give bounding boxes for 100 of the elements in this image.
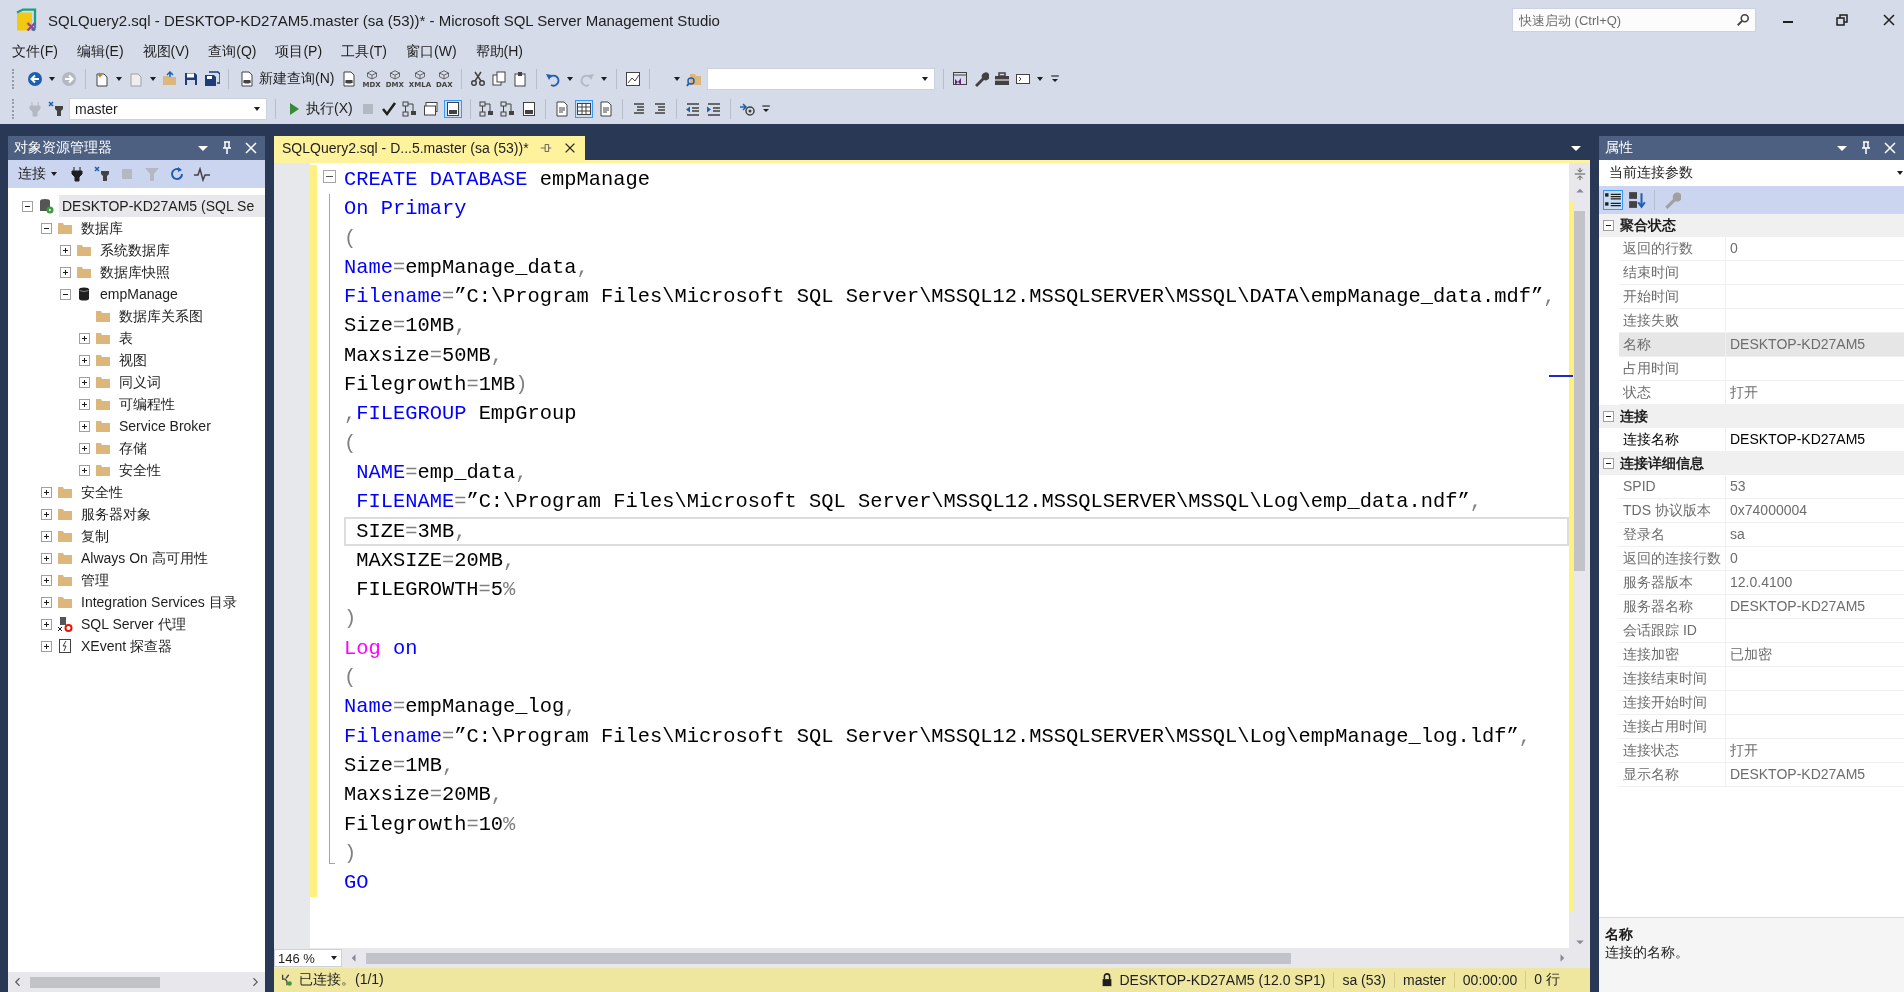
paste-icon[interactable] — [511, 71, 528, 87]
scrollbar-thumb[interactable] — [30, 976, 160, 988]
flowchart-icon[interactable] — [478, 101, 495, 117]
property-name[interactable]: 名称 — [1619, 333, 1726, 356]
disconnect-icon[interactable] — [94, 166, 110, 182]
tree-item[interactable]: 视图 — [116, 349, 265, 371]
menu-item[interactable]: 工具(T) — [335, 43, 400, 61]
property-value[interactable]: 0x74000004 — [1726, 499, 1904, 522]
property-name[interactable]: 会话跟踪 ID — [1619, 619, 1726, 642]
collapse-icon[interactable] — [1603, 411, 1614, 422]
expand-icon[interactable] — [79, 464, 90, 476]
restore-icon[interactable] — [1834, 12, 1850, 28]
collapse-icon[interactable] — [1603, 458, 1614, 469]
property-value[interactable]: 0 — [1726, 237, 1904, 260]
expand-icon[interactable] — [79, 354, 90, 366]
sort-az-icon[interactable] — [1628, 191, 1646, 209]
document-icon[interactable] — [597, 101, 614, 117]
expand-icon[interactable] — [41, 640, 52, 652]
expand-icon[interactable] — [41, 552, 52, 564]
property-value[interactable]: DESKTOP-KD27AM5 — [1726, 333, 1904, 356]
expand-icon[interactable] — [79, 420, 90, 432]
tree-item[interactable]: 存储 — [116, 437, 265, 459]
property-value[interactable]: DESKTOP-KD27AM5 — [1726, 595, 1904, 618]
outdent-icon[interactable] — [684, 101, 701, 117]
menu-item[interactable]: 帮助(H) — [469, 43, 536, 61]
expand-icon[interactable] — [79, 332, 90, 344]
flowchart-icon[interactable] — [499, 101, 516, 117]
new-query-button[interactable]: 新建查询(N) — [237, 70, 337, 88]
folder-search-icon[interactable] — [685, 71, 702, 87]
tree-item[interactable]: 表 — [116, 327, 265, 349]
tree-item[interactable]: Service Broker — [116, 415, 265, 437]
menu-item[interactable]: 视图(V) — [136, 43, 203, 61]
undo-icon[interactable] — [544, 71, 561, 87]
property-value[interactable]: 12.0.4100 — [1726, 571, 1904, 594]
tree-item[interactable]: 数据库关系图 — [116, 305, 265, 327]
collapse-icon[interactable] — [1603, 220, 1614, 231]
property-name[interactable]: 显示名称 — [1619, 763, 1726, 786]
flowchart-icon[interactable] — [401, 101, 418, 117]
database-select[interactable]: master — [69, 98, 267, 120]
property-name[interactable]: 连接结束时间 — [1619, 667, 1726, 690]
copy-icon[interactable] — [490, 71, 507, 87]
pin-icon[interactable] — [538, 141, 553, 155]
tree-item[interactable]: Integration Services 目录 — [78, 591, 265, 613]
collapse-icon[interactable] — [60, 288, 71, 300]
tree-item[interactable]: 管理 — [78, 569, 265, 591]
expand-icon[interactable] — [79, 376, 90, 388]
tree-item[interactable]: 数据库快照 — [97, 261, 265, 283]
terminal-icon[interactable] — [1014, 71, 1031, 87]
categorized-icon[interactable] — [1604, 191, 1622, 209]
tree-item[interactable]: DESKTOP-KD27AM5 (SQL Se — [59, 195, 265, 217]
property-value[interactable]: DESKTOP-KD27AM5 — [1726, 763, 1904, 786]
indent-icon[interactable] — [705, 101, 722, 117]
property-name[interactable]: 开始时间 — [1619, 285, 1726, 308]
plug-icon[interactable] — [69, 166, 85, 182]
collapse-icon[interactable] — [41, 222, 52, 234]
table-icon[interactable] — [575, 101, 592, 117]
collapse-icon[interactable] — [22, 200, 33, 212]
expand-icon[interactable] — [41, 508, 52, 520]
scrollbar-thumb[interactable] — [1574, 211, 1585, 571]
database-query-icon[interactable] — [341, 71, 358, 87]
scrollbar-thumb[interactable] — [366, 952, 1291, 964]
expand-icon[interactable] — [41, 618, 52, 630]
menu-item[interactable]: 项目(P) — [269, 43, 336, 61]
property-name[interactable]: 占用时间 — [1619, 357, 1726, 380]
expand-icon[interactable] — [79, 442, 90, 454]
tree-item[interactable]: 同义词 — [116, 371, 265, 393]
menu-item[interactable]: 文件(F) — [6, 43, 71, 61]
menu-item[interactable]: 窗口(W) — [400, 43, 470, 61]
save-icon[interactable] — [183, 71, 199, 87]
save-all-icon[interactable] — [204, 71, 220, 87]
split-icon[interactable] — [1572, 167, 1587, 181]
property-value[interactable]: 0 — [1726, 547, 1904, 570]
property-value[interactable]: 53 — [1726, 475, 1904, 498]
expand-icon[interactable] — [41, 574, 52, 586]
windows-icon[interactable] — [422, 101, 439, 117]
property-value[interactable]: DESKTOP-KD27AM5 — [1726, 428, 1904, 451]
tree-item[interactable]: 可编程性 — [116, 393, 265, 415]
document-icon[interactable] — [553, 101, 570, 117]
property-name[interactable]: 连接失败 — [1619, 309, 1726, 332]
property-name[interactable]: SPID — [1619, 475, 1726, 498]
tree-item[interactable]: empManage — [97, 283, 265, 305]
new-project-icon[interactable] — [94, 71, 110, 87]
tree-item[interactable]: 安全性 — [116, 459, 265, 481]
property-name[interactable]: 结束时间 — [1619, 261, 1726, 284]
arrow-at-icon[interactable] — [738, 101, 755, 117]
expand-icon[interactable] — [60, 244, 71, 256]
property-name[interactable]: 连接状态 — [1619, 739, 1726, 762]
expand-icon[interactable] — [41, 530, 52, 542]
property-name[interactable]: 返回的连接行数 — [1619, 547, 1726, 570]
check-icon[interactable] — [380, 101, 397, 117]
property-name[interactable]: 登录名 — [1619, 523, 1726, 546]
property-name[interactable]: 状态 — [1619, 381, 1726, 404]
quick-launch-field[interactable]: 快速启动 (Ctrl+Q) — [1512, 8, 1756, 32]
property-value[interactable]: 打开 — [1726, 381, 1904, 404]
property-name[interactable]: 服务器名称 — [1619, 595, 1726, 618]
close-icon[interactable] — [243, 140, 259, 156]
connect-button[interactable]: 连接 — [16, 165, 60, 183]
activity-icon[interactable] — [194, 166, 210, 182]
expand-icon[interactable] — [60, 266, 71, 278]
zoom-select[interactable]: 146 % — [274, 949, 342, 967]
